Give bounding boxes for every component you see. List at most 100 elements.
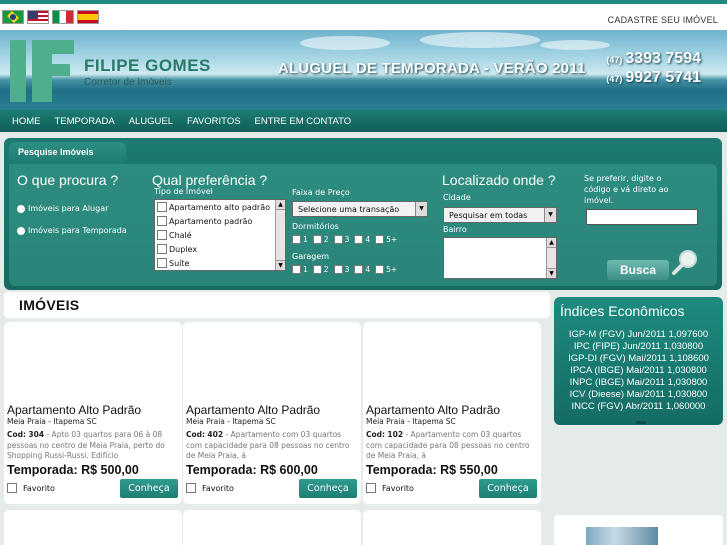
nav-favoritos[interactable]: FAVORITOS [187,116,241,127]
checkbox[interactable] [157,202,167,212]
property-title[interactable]: Apartamento Alto Padrão [186,403,320,417]
nav-home[interactable]: HOME [12,116,41,127]
option-label: Apartamento alto padrão [169,202,270,212]
city-select[interactable]: Pesquisar em todas ▼ [443,207,557,223]
property-code: 402 [207,430,224,439]
cloud-decoration [420,32,540,48]
checkbox[interactable] [375,235,385,244]
property-location: Meia Praia - Itapema SC [7,417,97,426]
checkbox[interactable] [7,483,17,493]
property-title[interactable]: Apartamento Alto Padrão [7,403,141,417]
code-label: Cod: [186,430,206,439]
checkbox[interactable] [292,265,301,274]
property-type-list[interactable]: Apartamento alto padrão Apartamento padr… [154,199,286,271]
price-range-label: Faixa de Preço [292,188,350,197]
property-title[interactable]: Apartamento Alto Padrão [366,403,500,417]
search-tab[interactable]: Pesquise Imóveis [9,142,126,164]
checkbox[interactable] [375,265,385,274]
italy-flag-icon[interactable] [52,10,74,24]
checkbox[interactable] [354,265,364,274]
scroll-up-icon[interactable]: ▲ [276,200,285,210]
list-item: IGP-M (FGV) Jun/2011 1,097600 [568,329,709,340]
list-item[interactable]: Apartamento padrão [155,214,285,228]
brazil-flag-icon[interactable] [2,10,24,24]
neighborhood-list[interactable]: ▲ ▼ [443,237,557,279]
cloud-decoration [540,40,610,50]
phone-digits: 3393 7594 [625,50,701,67]
option-label: 3 [344,265,350,274]
nav-aluguel[interactable]: ALUGUEL [129,116,173,127]
sidebar-image[interactable] [554,515,723,545]
property-description: Cod: 304 - Apto 03 quartos para 06 à 08 … [7,430,175,462]
checkbox[interactable] [157,230,167,240]
scroll-down-icon[interactable]: ▼ [276,260,285,270]
scroll-down-icon[interactable]: ▼ [547,268,556,278]
option-label: 2 [323,265,329,274]
property-code: 304 [28,430,45,439]
garage-options: 1 2 3 4 5+ [292,265,402,274]
radio-rent[interactable]: Imóveis para Alugar [17,204,108,213]
checkbox[interactable] [312,265,322,274]
usa-flag-icon[interactable] [27,10,49,24]
checkbox[interactable] [354,235,364,244]
property-card[interactable] [363,510,541,545]
checkbox[interactable] [186,483,196,493]
favorite-toggle[interactable]: Favorito [366,483,414,493]
favorite-toggle[interactable]: Favorito [186,483,234,493]
checkbox[interactable] [157,216,167,226]
location-heading: Localizado onde ? [442,172,556,188]
list-item: ICV (Dieese) Mai/2011 1,030800 [569,389,708,400]
view-property-button[interactable]: Conheça [299,479,357,498]
spain-flag-icon[interactable] [77,10,99,24]
list-scrollbar[interactable]: ▲ ▼ [275,200,285,270]
checkbox[interactable] [312,235,322,244]
search-icon[interactable] [671,248,699,276]
search-form: O que procura ? Imóveis para Alugar Imóv… [9,164,717,286]
search-button[interactable]: Busca [607,260,669,280]
chevron-down-icon[interactable]: ▼ [544,208,556,222]
option-label: 3 [344,235,350,244]
header-banner: FILIPE GOMES Corretor de Imóveis ALUGUEL… [0,30,727,110]
property-price: Temporada: R$ 500,00 [7,463,139,477]
favorite-label: Favorito [382,483,414,493]
checkbox[interactable] [333,235,343,244]
list-scrollbar[interactable]: ▲ ▼ [546,238,556,278]
code-input[interactable] [586,209,698,225]
list-item[interactable]: Suíte [155,256,285,270]
garage-label: Garagem [292,252,330,261]
radio-button[interactable] [17,226,25,235]
radio-seasonal[interactable]: Imóveis para Temporada [17,226,127,235]
checkbox[interactable] [157,244,167,254]
option-label: 4 [365,265,371,274]
select-value: Selecione uma transação [298,205,400,214]
checkbox[interactable] [366,483,376,493]
cloud-decoration [300,36,390,50]
radio-button[interactable] [17,204,25,213]
scroll-up-icon[interactable]: ▲ [547,238,556,248]
nav-contato[interactable]: ENTRE EM CONTATO [255,116,352,127]
list-item[interactable]: Chalé [155,228,285,242]
favorite-toggle[interactable]: Favorito [7,483,55,493]
register-property-link[interactable]: CADASTRE SEU IMÓVEL [608,15,718,25]
property-card[interactable]: Apartamento Alto Padrão Meia Praia - Ita… [363,322,541,504]
property-card[interactable] [4,510,182,545]
list-item[interactable]: Duplex [155,242,285,256]
checkbox[interactable] [157,258,167,268]
checkbox[interactable] [333,265,343,274]
pager-indicator[interactable] [636,421,646,424]
phone-number: (47) 3393 7594 [606,50,701,68]
option-label: 4 [365,235,371,244]
property-card[interactable] [183,510,361,545]
view-property-button[interactable]: Conheça [479,479,537,498]
checkbox[interactable] [292,235,301,244]
nav-temporada[interactable]: TEMPORADA [55,116,115,127]
view-property-button[interactable]: Conheça [120,479,178,498]
property-card[interactable]: Apartamento Alto Padrão Meia Praia - Ita… [4,322,182,504]
price-range-select[interactable]: Selecione uma transação ▼ [292,201,428,217]
indices-list: IGP-M (FGV) Jun/2011 1,097600 IPC (FIPE)… [554,329,723,413]
brand-logo-icon[interactable] [10,40,74,102]
chevron-down-icon[interactable]: ▼ [415,202,427,216]
list-item[interactable]: Apartamento alto padrão [155,200,285,214]
property-card[interactable]: Apartamento Alto Padrão Meia Praia - Ita… [183,322,361,504]
option-label: 1 [303,235,308,244]
